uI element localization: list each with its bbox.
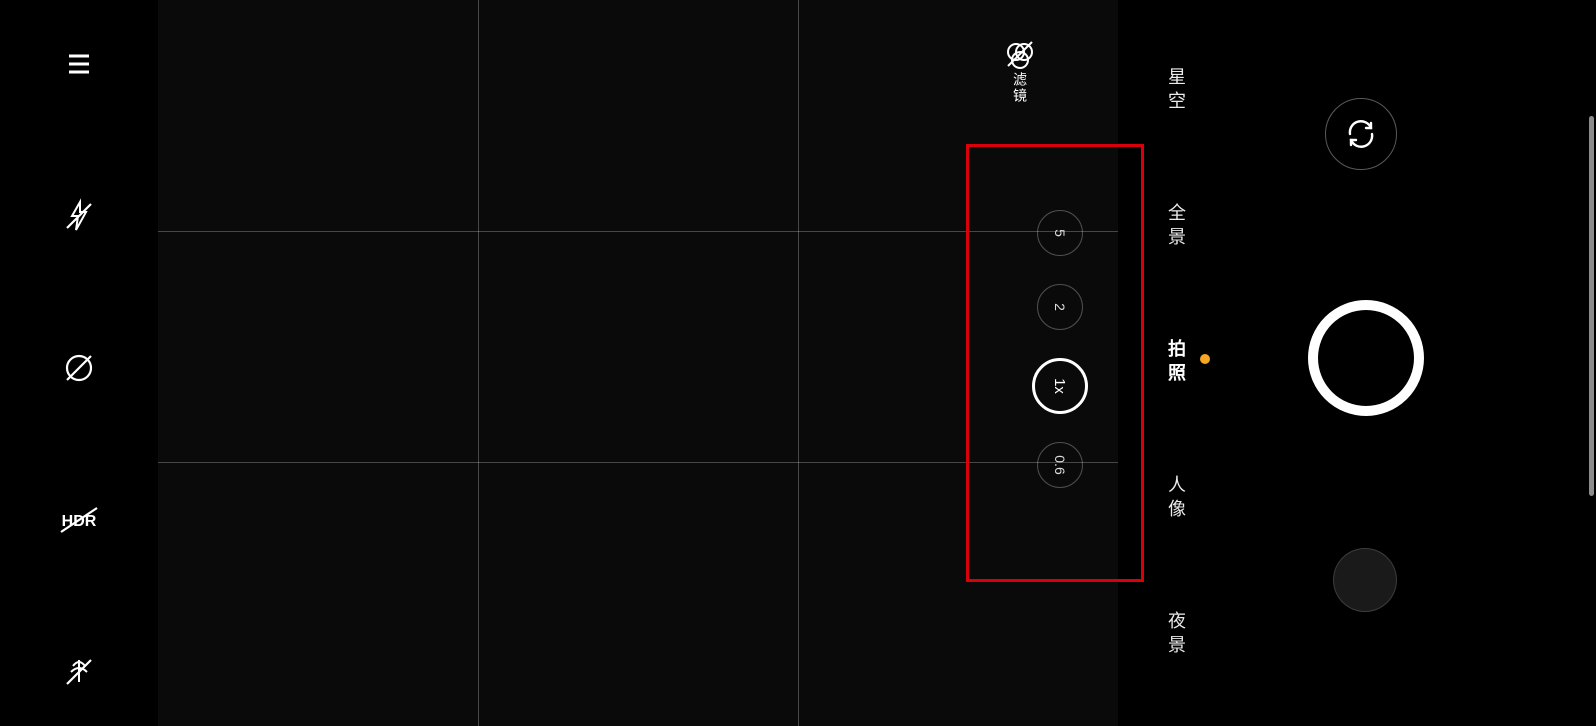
mode-active-indicator — [1200, 354, 1210, 364]
flash-toggle[interactable] — [55, 192, 103, 240]
composition-grid-line — [478, 0, 479, 726]
switch-camera-button[interactable] — [1325, 98, 1397, 170]
zoom-2x-button[interactable]: 2 — [1037, 284, 1083, 330]
menu-button[interactable] — [55, 40, 103, 88]
auto-enhance-toggle[interactable] — [55, 344, 103, 392]
gallery-thumbnail-button[interactable] — [1333, 548, 1397, 612]
filter-button[interactable]: 滤镜 — [1004, 38, 1036, 104]
switch-camera-icon — [1344, 117, 1378, 151]
composition-grid-line — [158, 462, 1118, 463]
composition-grid-line — [798, 0, 799, 726]
zoom-0-6x-button[interactable]: 0.6 — [1037, 442, 1083, 488]
mode-portrait[interactable]: 人像 — [1163, 475, 1189, 523]
zoom-controls: 5 2 1x 0.6 — [1032, 210, 1088, 488]
macro-toggle[interactable] — [55, 648, 103, 696]
hdr-toggle[interactable]: HDR — [55, 496, 103, 544]
mode-starry-sky[interactable]: 星空 — [1163, 67, 1189, 115]
zoom-5x-button[interactable]: 5 — [1037, 210, 1083, 256]
camera-viewfinder[interactable] — [158, 0, 1118, 726]
flash-off-icon — [61, 198, 97, 234]
zoom-1x-button[interactable]: 1x — [1032, 358, 1088, 414]
left-toolbar: HDR — [0, 0, 158, 726]
composition-grid-line — [158, 231, 1118, 232]
mode-selector[interactable]: 星空 全景 拍照 人像 夜景 — [1146, 0, 1206, 726]
filter-label: 滤镜 — [1010, 72, 1030, 104]
mode-panorama[interactable]: 全景 — [1163, 203, 1189, 251]
auto-enhance-off-icon — [61, 350, 97, 386]
menu-icon — [61, 46, 97, 82]
hdr-off-icon: HDR — [57, 502, 101, 538]
mode-night[interactable]: 夜景 — [1163, 611, 1189, 659]
macro-off-icon — [61, 654, 97, 690]
shutter-button[interactable] — [1308, 300, 1424, 416]
scrollbar[interactable] — [1589, 116, 1594, 496]
filter-icon — [1004, 38, 1036, 70]
right-controls — [1220, 0, 1500, 726]
mode-photo[interactable]: 拍照 — [1163, 339, 1189, 387]
